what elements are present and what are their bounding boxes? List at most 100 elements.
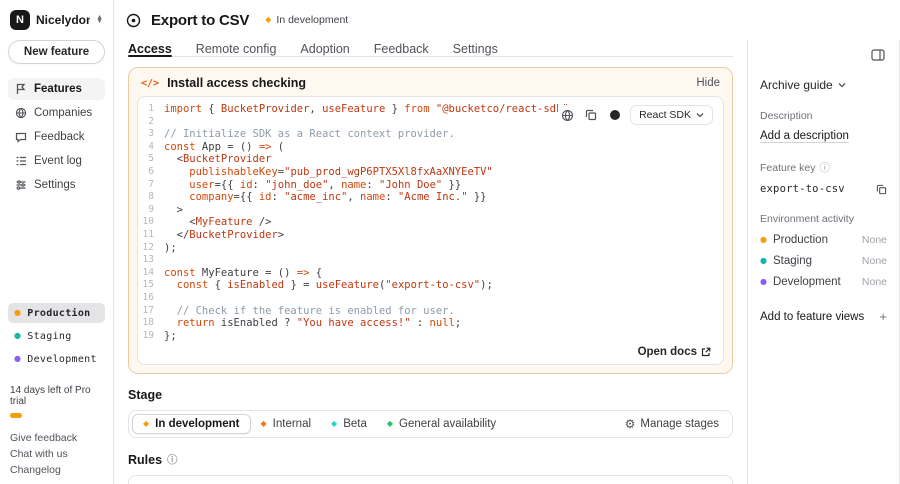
stage-heading: Stage — [128, 388, 733, 402]
install-card-title: Install access checking — [167, 76, 306, 90]
code-line: 14const MyFeature = () => { — [138, 267, 723, 280]
new-feature-button[interactable]: New feature — [8, 40, 105, 64]
code-line: 13 — [138, 254, 723, 267]
feature-header: Export to CSV ◆ In development — [114, 0, 900, 40]
language-icon[interactable] — [558, 106, 576, 124]
stage-option-general-availability[interactable]: ◆ General availability — [377, 415, 506, 433]
sdk-select-value: React SDK — [639, 109, 691, 121]
panel-toggle-icon[interactable] — [869, 46, 887, 64]
copy-icon[interactable] — [582, 106, 600, 124]
plus-icon: + — [879, 310, 887, 323]
code-line: 6 publishableKey="pub_prod_wgP6PTX5Xl8fx… — [138, 166, 723, 179]
stage-selector: ◆ In development ◆ Internal ◆ Beta ◆ Gen… — [128, 410, 733, 438]
code-editor: 1import { BucketProvider, useFeature } f… — [137, 96, 724, 365]
code-toolbar: React SDK — [558, 105, 713, 125]
copy-icon[interactable] — [876, 184, 887, 195]
activity-value: None — [862, 255, 887, 267]
code-line: 3// Initialize SDK as a React context pr… — [138, 128, 723, 141]
activity-row-development: ● Development None — [760, 276, 887, 288]
add-to-feature-views-button[interactable]: Add to feature views + — [760, 310, 887, 323]
changelog-link[interactable]: Changelog — [10, 464, 103, 476]
env-dot: ● — [760, 257, 767, 265]
activity-env-name: Staging — [773, 255, 812, 267]
open-docs-link[interactable]: Open docs — [638, 346, 711, 358]
install-card-header: </> Install access checking Hide — [129, 68, 732, 96]
add-description-link[interactable]: Add a description — [760, 130, 887, 142]
page-title: Export to CSV — [151, 12, 249, 29]
stage-diamond-icon: ◆ — [261, 420, 267, 428]
stage-option-label: Internal — [273, 418, 311, 430]
theme-icon[interactable] — [606, 106, 624, 124]
feature-flag-icon — [126, 13, 141, 28]
rule-row-production: ◆ Production 0 known users in 0 companie… — [128, 475, 733, 484]
code-line: 4const App = () => ( — [138, 141, 723, 154]
sidebar-item-settings[interactable]: Settings — [8, 174, 105, 196]
chat-with-us-link[interactable]: Chat with us — [10, 448, 103, 460]
environment-switcher: ● Production ● Staging ● Development — [8, 303, 105, 369]
code-icon: </> — [141, 78, 159, 89]
code-line: 12); — [138, 242, 723, 255]
main-body: Access Remote config Adoption Feedback S… — [114, 40, 900, 484]
org-avatar: N — [10, 10, 30, 30]
tab-feedback[interactable]: Feedback — [374, 40, 429, 56]
sidebar-footer-links: Give feedback Chat with us Changelog — [8, 432, 105, 476]
tab-settings[interactable]: Settings — [453, 40, 498, 56]
center-column: Access Remote config Adoption Feedback S… — [114, 40, 747, 484]
org-name: Nicelydone — [36, 13, 90, 27]
code-line: 9 > — [138, 204, 723, 217]
rail-top — [760, 44, 887, 66]
code-lines: 1import { BucketProvider, useFeature } f… — [138, 103, 723, 342]
sdk-select[interactable]: React SDK — [630, 105, 713, 125]
sidebar-item-label: Features — [34, 83, 82, 95]
activity-value: None — [862, 276, 887, 288]
globe-icon — [14, 107, 27, 120]
env-item-development[interactable]: ● Development — [8, 349, 105, 369]
chevron-down-icon — [696, 112, 704, 118]
feature-stage-badge[interactable]: ◆ In development — [265, 14, 348, 26]
manage-stages-button[interactable]: ⚙ Manage stages — [625, 417, 729, 431]
info-icon[interactable]: ⓘ — [819, 160, 830, 175]
sidebar-item-event-log[interactable]: Event log — [8, 150, 105, 172]
feature-key-row: export-to-csv — [760, 183, 887, 195]
manage-stages-label: Manage stages — [640, 418, 719, 430]
tab-adoption[interactable]: Adoption — [300, 40, 349, 56]
feature-key-label: Feature key ⓘ — [760, 160, 887, 175]
stage-diamond-icon: ◆ — [387, 420, 393, 428]
sidebar: N Nicelydone ▲▼ New feature Features Com… — [0, 0, 114, 484]
sidebar-nav: Features Companies Feedback Event log — [8, 78, 105, 196]
tab-remote-config[interactable]: Remote config — [196, 40, 277, 56]
env-item-production[interactable]: ● Production — [8, 303, 105, 323]
env-dot: ● — [14, 309, 21, 317]
stage-option-beta[interactable]: ◆ Beta — [321, 415, 377, 433]
trial-text: 14 days left of Pro trial — [10, 385, 103, 407]
env-item-staging[interactable]: ● Staging — [8, 326, 105, 346]
archive-guide-button[interactable]: Archive guide — [760, 78, 887, 92]
stage-option-in-development[interactable]: ◆ In development — [132, 414, 251, 434]
env-label: Staging — [27, 331, 71, 342]
code-line: 8 company={{ id: "acme_inc", name: "Acme… — [138, 191, 723, 204]
code-line: 7 user={{ id: "john_doe", name: "John Do… — [138, 179, 723, 192]
stage-diamond-icon: ◆ — [265, 16, 271, 24]
code-line: 11 </BucketProvider> — [138, 229, 723, 242]
code-line: 15 const { isEnabled } = useFeature("exp… — [138, 279, 723, 292]
env-dot: ● — [14, 355, 21, 363]
stage-option-label: In development — [155, 418, 239, 430]
activity-env-name: Production — [773, 234, 828, 246]
sidebar-item-label: Event log — [34, 155, 82, 167]
info-icon[interactable]: ⓘ — [167, 452, 178, 467]
tab-access[interactable]: Access — [128, 40, 172, 56]
stage-option-internal[interactable]: ◆ Internal — [251, 415, 322, 433]
right-rail: Archive guide Description Add a descript… — [747, 40, 900, 484]
org-switcher-chevron-icon: ▲▼ — [96, 16, 103, 24]
org-switcher[interactable]: N Nicelydone ▲▼ — [8, 10, 105, 40]
hide-button[interactable]: Hide — [696, 77, 720, 89]
give-feedback-link[interactable]: Give feedback — [10, 432, 103, 444]
code-line: 5 <BucketProvider — [138, 153, 723, 166]
sidebar-item-companies[interactable]: Companies — [8, 102, 105, 124]
activity-env-name: Development — [773, 276, 841, 288]
sidebar-item-feedback[interactable]: Feedback — [8, 126, 105, 148]
trial-progress-bar — [10, 413, 22, 418]
sidebar-item-features[interactable]: Features — [8, 78, 105, 100]
code-line: 18 return isEnabled ? "You have access!"… — [138, 317, 723, 330]
code-line: 16 — [138, 292, 723, 305]
